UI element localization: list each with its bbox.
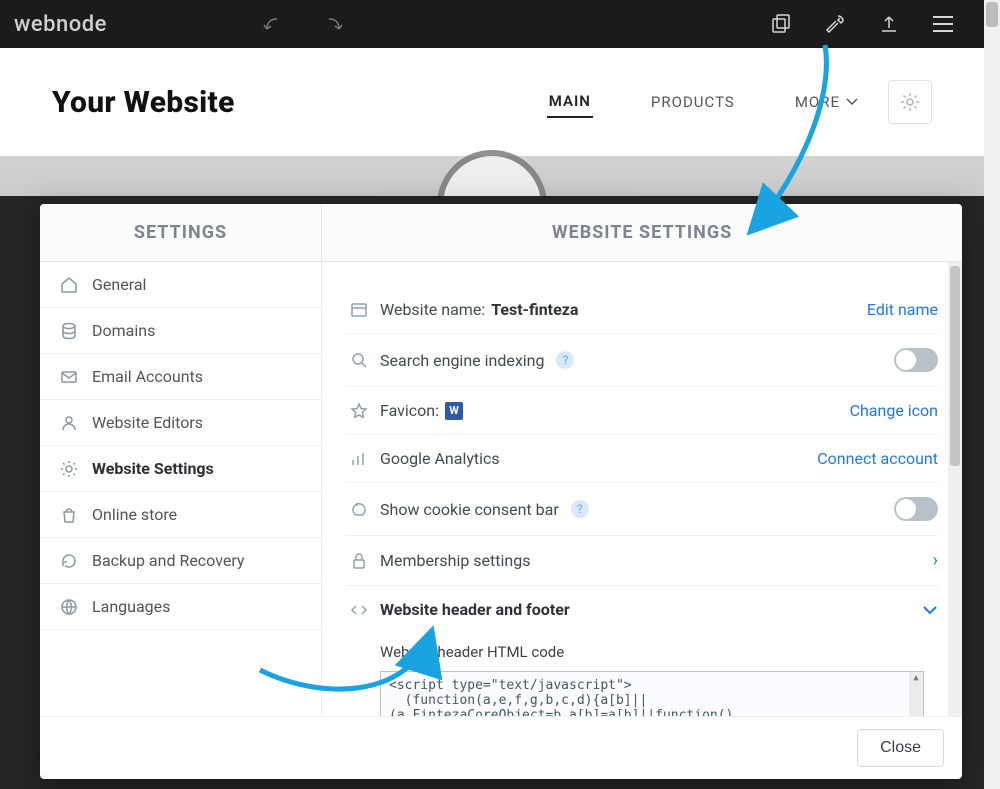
sidebar-item-languages[interactable]: Languages [40,584,321,630]
site-title: Your Website [52,85,547,120]
sidebar-item-email[interactable]: Email Accounts [40,354,321,400]
page-scrollbar[interactable] [984,0,1000,789]
cookie-toggle[interactable] [894,497,938,521]
chevron-down-icon [922,605,938,615]
row-indexing: Search engine indexing? [346,334,938,387]
sidebar-item-general[interactable]: General [40,262,321,308]
content-title: WEBSITE SETTINGS [322,204,962,261]
code-icon [346,601,372,619]
wrench-icon[interactable] [808,0,862,48]
connect-account-link[interactable]: Connect account [817,449,938,468]
settings-content: Website name: Test-finteza Edit name Sea… [322,262,962,716]
menu-button[interactable] [916,0,970,48]
gear-icon [60,460,78,478]
nav-more[interactable]: MORE [793,87,860,117]
app-toolbar: webnode [0,0,984,48]
edit-name-link[interactable]: Edit name [867,300,938,319]
window-icon [346,301,372,319]
gear-icon [899,91,921,113]
favicon-label: Favicon: [380,401,439,420]
settings-modal: SETTINGS WEBSITE SETTINGS General Domain… [40,204,962,779]
star-icon [346,402,372,420]
top-nav: MAIN PRODUCTS MORE [547,86,860,118]
settings-sidebar: General Domains Email Accounts Website E… [40,262,322,716]
row-analytics: Google Analytics Connect account [346,435,938,483]
chevron-right-icon: › [933,550,938,571]
change-icon-link[interactable]: Change icon [850,401,938,420]
help-icon[interactable]: ? [571,500,589,518]
home-icon [60,276,78,294]
sidebar-item-label: Email Accounts [92,367,203,386]
sidebar-item-label: Website Settings [92,459,214,478]
chevron-down-icon [846,98,858,106]
cookie-icon [346,500,372,518]
hamburger-icon [933,16,953,32]
hero-banner [0,156,984,196]
row-membership[interactable]: Membership settings › [346,536,938,586]
row-header-footer[interactable]: Website header and footer [346,586,938,633]
bars-icon [346,450,372,468]
sidebar-item-label: Languages [92,597,170,616]
lock-icon [346,552,372,570]
publish-icon[interactable] [862,0,916,48]
indexing-toggle[interactable] [894,348,938,372]
favicon-badge: W [445,402,463,420]
sidebar-item-store[interactable]: Online store [40,492,321,538]
refresh-icon [60,552,78,570]
undo-button[interactable] [247,0,301,48]
nav-products[interactable]: PRODUCTS [649,87,737,117]
nav-main[interactable]: MAIN [547,86,593,118]
analytics-label: Google Analytics [380,449,500,468]
help-icon[interactable]: ? [556,351,574,369]
content-scrollbar[interactable] [948,262,962,716]
sidebar-item-label: General [92,275,146,294]
membership-label: Membership settings [380,551,530,570]
header-html-label: Website header HTML code [346,633,938,667]
bag-icon [60,506,78,524]
brand-logo: webnode [14,12,107,37]
website-name-value: Test-finteza [491,300,578,319]
website-name-label: Website name: [380,300,485,319]
search-icon [346,351,372,369]
row-cookie: Show cookie consent bar? [346,483,938,536]
sidebar-item-label: Backup and Recovery [92,551,244,570]
sidebar-item-label: Domains [92,321,155,340]
database-icon [60,322,78,340]
sidebar-item-editors[interactable]: Website Editors [40,400,321,446]
globe-icon [60,598,78,616]
user-icon [60,414,78,432]
cookie-label: Show cookie consent bar [380,500,559,519]
header-footer-label: Website header and footer [380,600,570,619]
page-settings-button[interactable] [888,80,932,124]
pages-icon[interactable] [754,0,808,48]
sidebar-title: SETTINGS [40,204,322,261]
sidebar-item-label: Website Editors [92,413,203,432]
indexing-label: Search engine indexing [380,351,544,370]
redo-button[interactable] [305,0,359,48]
sidebar-item-domains[interactable]: Domains [40,308,321,354]
nav-more-label: MORE [795,93,840,111]
sidebar-item-label: Online store [92,505,177,524]
close-button[interactable]: Close [857,729,944,767]
row-favicon: Favicon: W Change icon [346,387,938,435]
sidebar-item-backup[interactable]: Backup and Recovery [40,538,321,584]
row-website-name: Website name: Test-finteza Edit name [346,286,938,334]
page-header: Your Website MAIN PRODUCTS MORE [0,48,984,156]
mail-icon [60,368,78,386]
textarea-scrollbar[interactable]: ▲▼ [909,672,923,716]
sidebar-item-website-settings[interactable]: Website Settings [40,446,321,492]
header-html-textarea[interactable]: <script type="text/javascript"> (functio… [380,671,924,716]
